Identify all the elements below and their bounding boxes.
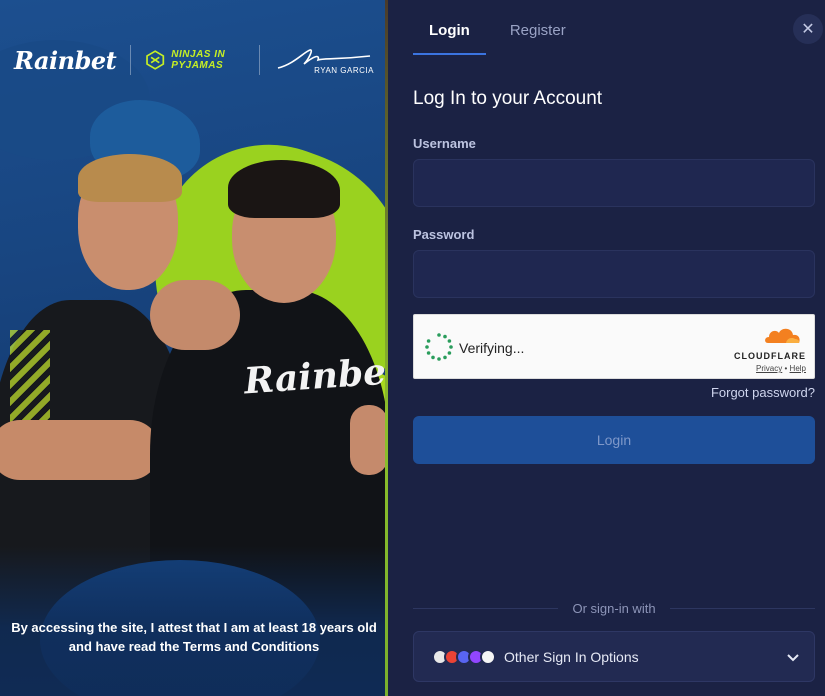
username-label: Username: [413, 136, 476, 151]
rainbet-logo: Rainbet: [14, 45, 117, 75]
or-divider: Or sign-in with: [413, 601, 816, 616]
or-sign-in-label: Or sign-in with: [572, 601, 656, 616]
login-panel: Login Register ✕ Log In to your Account …: [389, 0, 825, 696]
player-left-hair: [78, 154, 182, 202]
tab-register[interactable]: Register: [494, 0, 582, 55]
spinner-icon: [425, 333, 453, 361]
age-disclaimer: By accessing the site, I attest that I a…: [11, 620, 377, 654]
username-input[interactable]: [413, 159, 815, 207]
cloudflare-cloud-icon: [765, 328, 800, 343]
login-button[interactable]: Login: [413, 416, 815, 464]
privacy-link[interactable]: Privacy: [756, 364, 782, 373]
captcha-links: Privacy • Help: [730, 364, 806, 373]
nip-logo: NINJAS IN PYJAMAS: [145, 45, 245, 75]
divider-line: [413, 608, 559, 609]
auth-tabs: Login Register: [413, 0, 582, 55]
cloudflare-captcha[interactable]: Verifying... CLOUDFLARE Privacy • Help: [413, 314, 815, 379]
ryan-garcia-wordmark: RYAN GARCIA: [314, 65, 374, 75]
promo-panel: Rainbet Rainbet NINJAS IN PYJAMAS RYAN G…: [0, 0, 388, 696]
tab-login[interactable]: Login: [413, 0, 486, 55]
forgot-password-link[interactable]: Forgot password?: [711, 385, 815, 400]
boxer-raised-fist: [350, 405, 388, 475]
close-icon: ✕: [801, 21, 815, 38]
cloudflare-wordmark: CLOUDFLARE: [734, 351, 806, 361]
link-separator: •: [784, 364, 788, 373]
password-label: Password: [413, 227, 475, 242]
page-title: Log In to your Account: [413, 88, 603, 109]
provider-icons: [432, 648, 496, 665]
logo-divider: [259, 45, 260, 75]
nip-mark-icon: [146, 50, 165, 70]
boxer-hair: [228, 160, 340, 218]
captcha-status: Verifying...: [459, 340, 525, 356]
metamask-icon: [480, 648, 496, 665]
other-sign-in-dropdown[interactable]: Other Sign In Options: [413, 631, 815, 682]
player-left-arms: [0, 420, 160, 480]
cloudflare-branding: CLOUDFLARE Privacy • Help: [730, 325, 806, 373]
close-button[interactable]: ✕: [793, 14, 823, 44]
help-link[interactable]: Help: [790, 364, 806, 373]
nip-wordmark: NINJAS IN PYJAMAS: [171, 49, 226, 71]
logo-divider: [130, 45, 131, 75]
chevron-down-icon: [787, 653, 799, 661]
panel-edge: [385, 0, 388, 696]
partner-logos: Rainbet NINJAS IN PYJAMAS RYAN GARCIA: [14, 40, 374, 80]
ryan-garcia-logo: RYAN GARCIA: [274, 46, 374, 75]
other-sign-in-label: Other Sign In Options: [504, 648, 639, 665]
boxer-fist: [150, 280, 240, 350]
divider-line: [669, 608, 816, 609]
password-input[interactable]: [413, 250, 815, 298]
